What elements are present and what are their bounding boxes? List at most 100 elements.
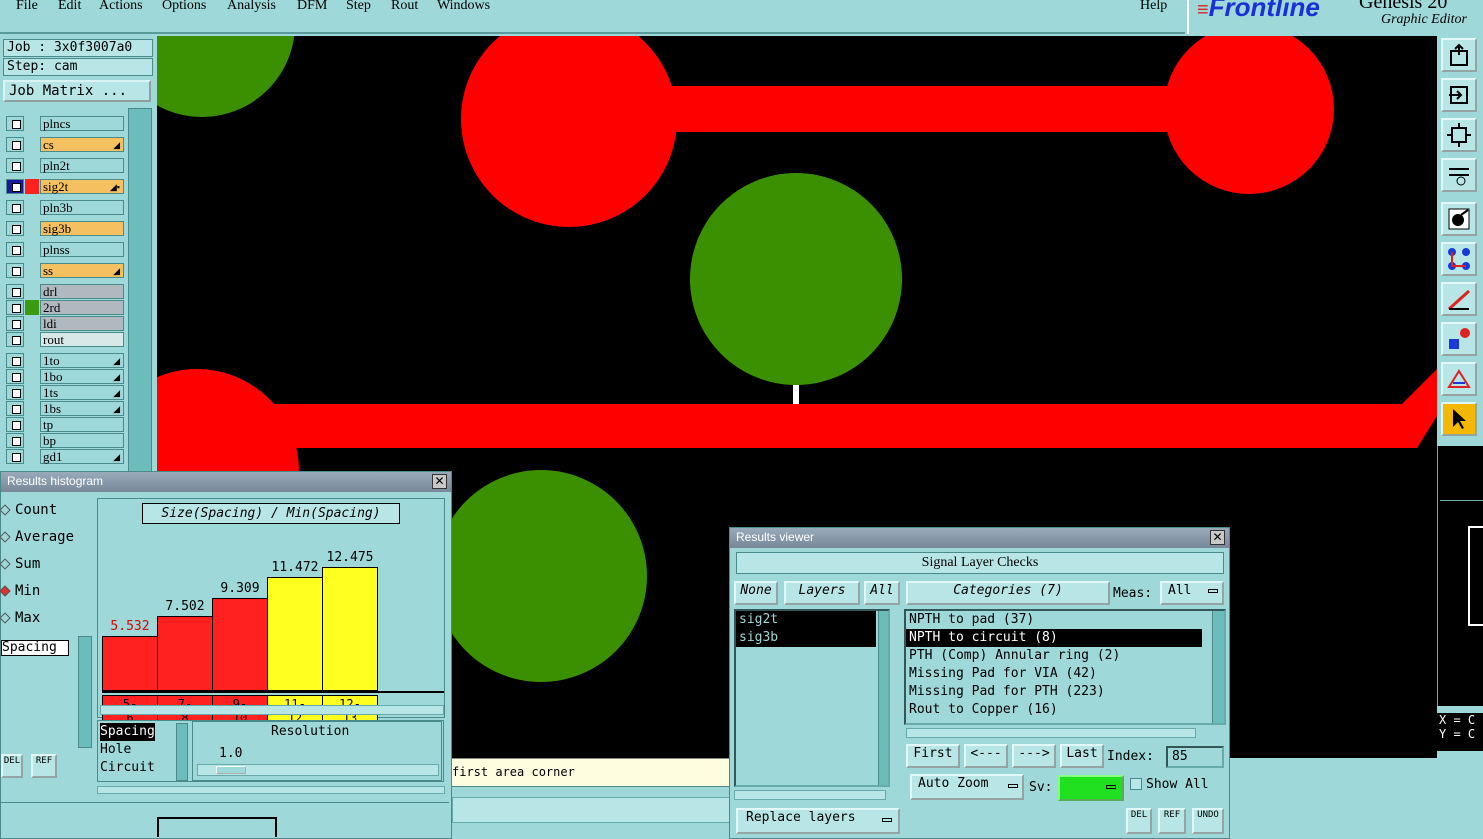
layer-checkbox[interactable]	[6, 263, 24, 278]
category-scrollbar[interactable]	[1212, 611, 1224, 723]
categories-button[interactable]: Categories (7)	[906, 581, 1110, 605]
hist-bottom-scrollbar[interactable]	[97, 786, 445, 794]
sv-color-dropdown[interactable]	[1058, 775, 1124, 801]
layer-row[interactable]: gd1 ◢	[6, 449, 124, 464]
measure-list[interactable]: Spacing Hole Circuit	[100, 723, 172, 781]
layer-checkbox[interactable]	[6, 385, 24, 400]
hist-del-button[interactable]: DEL	[1, 754, 23, 778]
layer-row[interactable]: plnss	[6, 242, 124, 257]
layer-row[interactable]: rout	[6, 332, 124, 347]
category-item[interactable]: Rout to Copper (16)	[906, 701, 1202, 719]
layer-name[interactable]: gd1 ◢	[40, 449, 124, 464]
layer-checkbox[interactable]	[6, 449, 24, 464]
viewer-close-button[interactable]: ✕	[1210, 530, 1225, 545]
menu-step[interactable]: Step	[346, 0, 371, 14]
layer-checkbox[interactable]	[6, 242, 24, 257]
category-list[interactable]: NPTH to pad (37) NPTH to circuit (8) PTH (…	[904, 609, 1226, 725]
histogram-close-button[interactable]: ✕	[432, 474, 447, 489]
tool-import-button[interactable]	[1441, 78, 1477, 112]
measure-scrollbar[interactable]	[78, 636, 92, 748]
layer-name[interactable]: rout	[40, 332, 124, 347]
tool-select-pad-button[interactable]	[1441, 202, 1477, 236]
layer-checkbox[interactable]	[6, 433, 24, 448]
layer-name[interactable]: 1to ◢	[40, 353, 124, 368]
layer-checkbox[interactable]	[6, 417, 24, 432]
auto-zoom-dropdown[interactable]: Auto Zoom	[910, 774, 1024, 800]
job-matrix-button[interactable]: Job Matrix ...	[3, 80, 151, 102]
layer-checkbox[interactable]	[6, 369, 24, 384]
measure-list-item[interactable]: Spacing	[100, 723, 155, 741]
stat-radio-max[interactable]: Max	[0, 610, 40, 626]
layer-checkbox[interactable]	[6, 200, 24, 215]
tool-measure-button[interactable]	[1441, 158, 1477, 192]
tool-pointer-button[interactable]	[1441, 402, 1477, 436]
measure-list-item[interactable]: Circuit	[100, 759, 172, 777]
category-item[interactable]: Missing Pad for VIA (42)	[906, 665, 1202, 683]
layer-row[interactable]: 1bs ◢	[6, 401, 124, 416]
menu-windows[interactable]: Windows	[437, 0, 490, 14]
mini-overview[interactable]	[1437, 446, 1483, 706]
menu-analysis[interactable]: Analysis	[227, 0, 276, 14]
layer-row[interactable]: cs ◢	[6, 137, 124, 152]
layer-name[interactable]: tp	[40, 417, 124, 432]
layer-result-item[interactable]: sig3b	[736, 629, 876, 647]
category-item[interactable]: PTH (Comp) Annular ring (2)	[906, 647, 1202, 665]
none-button[interactable]: None	[734, 581, 778, 605]
layer-row[interactable]: ss ◢	[6, 263, 124, 278]
menu-help[interactable]: Help	[1140, 0, 1167, 14]
layer-name[interactable]: pln2t	[40, 158, 124, 173]
layer-row[interactable]: pln3b	[6, 200, 124, 215]
layer-name[interactable]: ldi	[40, 316, 124, 331]
hist-ref-button[interactable]: REF	[31, 754, 57, 778]
layer-checkbox[interactable]	[6, 300, 24, 315]
last-button[interactable]: Last	[1060, 744, 1104, 768]
layer-row[interactable]: drl	[6, 284, 124, 299]
layer-name[interactable]: 1ts ◢	[40, 385, 124, 400]
stat-radio-min[interactable]: Min	[0, 583, 40, 599]
layer-name[interactable]: plncs	[40, 116, 124, 131]
menu-edit[interactable]: Edit	[58, 0, 81, 14]
layer-checkbox[interactable]	[6, 332, 24, 347]
next-button[interactable]: --->	[1012, 744, 1056, 768]
layer-name[interactable]: 2rd	[40, 300, 124, 315]
resolution-slider-thumb[interactable]	[216, 766, 246, 774]
histogram-bar[interactable]	[157, 616, 213, 691]
layer-row[interactable]: 1to ◢	[6, 353, 124, 368]
layer-results-list[interactable]: sig2t sig3b	[734, 609, 890, 787]
histogram-bar[interactable]	[212, 598, 268, 691]
layer-name[interactable]: 1bs ◢	[40, 401, 124, 416]
chart-scrollbar[interactable]	[100, 705, 444, 715]
layer-name[interactable]: 1bo ◢	[40, 369, 124, 384]
tool-export-button[interactable]	[1441, 38, 1477, 72]
layer-row[interactable]: sig2t ◢▪	[6, 179, 124, 194]
layer-row[interactable]: tp	[6, 417, 124, 432]
layer-name[interactable]: ss ◢	[40, 263, 124, 278]
category-hscroll[interactable]	[906, 728, 1196, 738]
layer-result-item[interactable]: sig2t	[736, 611, 876, 629]
stat-radio-count[interactable]: Count	[0, 502, 57, 518]
tool-fit-button[interactable]	[1441, 118, 1477, 152]
layer-row[interactable]: ldi	[6, 316, 124, 331]
layer-row[interactable]: 2rd	[6, 300, 124, 315]
category-item[interactable]: Missing Pad for PTH (223)	[906, 683, 1202, 701]
layer-name[interactable]: drl	[40, 284, 124, 299]
layer-row[interactable]: 1bo ◢	[6, 369, 124, 384]
measure-field[interactable]: Spacing	[1, 640, 69, 656]
viewer-del-button[interactable]: DEL	[1126, 808, 1152, 834]
show-all-checkbox[interactable]	[1130, 778, 1142, 790]
all-layers-button[interactable]: All	[864, 581, 900, 605]
tool-connect-button[interactable]	[1441, 242, 1477, 276]
viewer-undo-button[interactable]: UNDO	[1192, 808, 1224, 834]
layer-row[interactable]: pln2t	[6, 158, 124, 173]
layer-list-scrollbar[interactable]	[878, 611, 888, 785]
histogram-bar[interactable]	[267, 577, 323, 691]
meas-dropdown[interactable]: All	[1160, 581, 1224, 605]
measure-list-item[interactable]: Hole	[100, 741, 172, 759]
layer-name[interactable]: plnss	[40, 242, 124, 257]
tool-triangle-button[interactable]	[1441, 362, 1477, 396]
menu-dfm[interactable]: DFM	[297, 0, 327, 14]
tool-shape-button[interactable]	[1441, 322, 1477, 356]
menu-options[interactable]: Options	[162, 0, 206, 14]
stat-radio-average[interactable]: Average	[0, 529, 74, 545]
layer-checkbox[interactable]	[6, 137, 24, 152]
